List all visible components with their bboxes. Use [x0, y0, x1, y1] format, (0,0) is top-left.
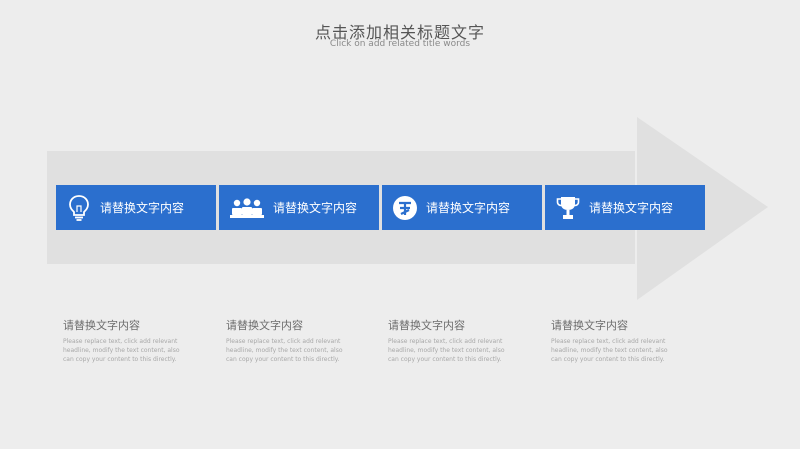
step-label-2: 请替换文字内容 [273, 201, 358, 215]
description-block-3: 请替换文字内容 Please replace text, click add r… [388, 317, 508, 364]
people-group-icon [229, 193, 265, 223]
description-heading-2: 请替换文字内容 [226, 319, 303, 332]
description-text-3: Please replace text, click add relevant … [388, 338, 505, 363]
step-label-3: 请替换文字内容 [426, 201, 511, 215]
description-text-4: Please replace text, click add relevant … [551, 338, 668, 363]
badge-letter-icon [392, 193, 418, 223]
description-text-2: Please replace text, click add relevant … [226, 338, 343, 363]
step-label-4: 请替换文字内容 [589, 201, 674, 215]
step-box-3[interactable]: 请替换文字内容 [382, 185, 542, 230]
description-heading-4: 请替换文字内容 [551, 319, 628, 332]
description-block-2: 请替换文字内容 Please replace text, click add r… [226, 317, 346, 364]
step-box-4[interactable]: 请替换文字内容 [545, 185, 705, 230]
lightbulb-icon [66, 193, 92, 223]
step-box-2[interactable]: 请替换文字内容 [219, 185, 379, 230]
description-heading-1: 请替换文字内容 [63, 319, 140, 332]
description-heading-3: 请替换文字内容 [388, 319, 465, 332]
description-block-1: 请替换文字内容 Please replace text, click add r… [63, 317, 183, 364]
description-text-1: Please replace text, click add relevant … [63, 338, 180, 363]
step-box-1[interactable]: 请替换文字内容 [56, 185, 216, 230]
description-block-4: 请替换文字内容 Please replace text, click add r… [551, 317, 671, 364]
step-label-1: 请替换文字内容 [100, 201, 185, 215]
trophy-icon [555, 193, 581, 223]
